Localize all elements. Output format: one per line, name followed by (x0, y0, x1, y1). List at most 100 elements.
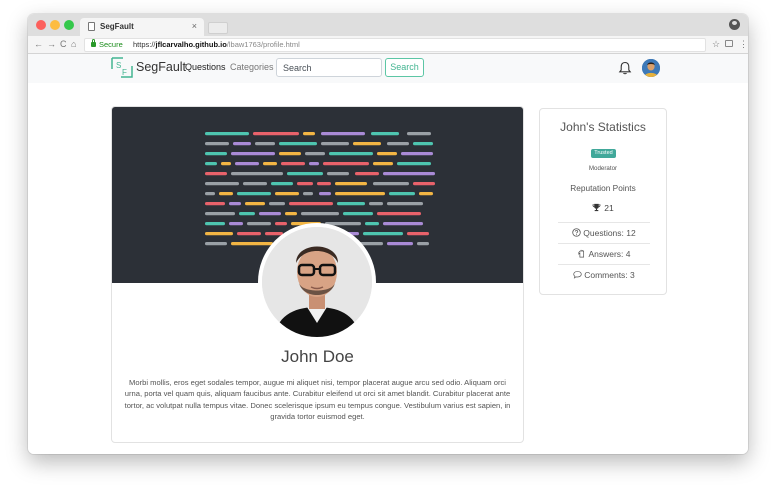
trophy-icon (592, 203, 601, 212)
tab-close-icon[interactable]: × (192, 21, 197, 31)
code-line-segment (219, 192, 233, 196)
code-line-segment (323, 162, 369, 166)
hand-pointer-icon (578, 249, 585, 258)
code-line-segment (231, 242, 273, 246)
code-line-segment (369, 202, 383, 206)
nav-link-questions[interactable]: Questions (185, 62, 226, 72)
code-line-segment (239, 212, 255, 216)
code-line-segment (413, 142, 433, 146)
home-icon[interactable]: ⌂ (71, 39, 76, 49)
code-line-segment (377, 152, 397, 156)
code-line-segment (309, 162, 319, 166)
code-line-segment (263, 162, 277, 166)
code-line-segment (237, 232, 261, 236)
profile-avatar (258, 223, 376, 341)
code-line-segment (229, 222, 243, 226)
code-line-segment (401, 152, 433, 156)
code-line-segment (247, 222, 271, 226)
comments-count: Comments: 3 (584, 270, 635, 280)
code-line-segment (237, 192, 271, 196)
code-line-segment (301, 212, 339, 216)
code-line-segment (373, 162, 393, 166)
reputation-row: 21 (540, 203, 666, 213)
browser-tab[interactable]: SegFault × (80, 18, 204, 36)
tab-strip: SegFault × (28, 14, 748, 36)
code-line-segment (387, 242, 413, 246)
code-line-segment (321, 142, 349, 146)
code-line-segment (285, 212, 297, 216)
code-line-segment (417, 242, 429, 246)
questions-count: Questions: 12 (583, 228, 636, 238)
code-line-segment (353, 142, 381, 146)
role-label: Moderator (588, 165, 618, 172)
answers-stat: Answers: 4 (558, 243, 650, 264)
minimize-window-button[interactable] (50, 20, 60, 30)
back-icon[interactable]: ← (34, 39, 43, 49)
tab-title: SegFault (100, 22, 134, 31)
code-line-segment (205, 132, 249, 136)
code-line-segment (205, 182, 239, 186)
profile-card: John Doe Morbi mollis, eros eget sodales… (111, 106, 524, 443)
segfault-logo-icon[interactable]: S F (111, 57, 133, 78)
statistics-panel: John's Statistics Trusted Moderator Repu… (539, 108, 667, 295)
maximize-window-button[interactable] (64, 20, 74, 30)
reload-icon[interactable]: C (60, 39, 67, 49)
code-line-segment (205, 212, 235, 216)
code-line-segment (373, 182, 409, 186)
answers-count: Answers: 4 (588, 249, 631, 259)
star-icon[interactable]: ☆ (712, 39, 720, 50)
code-line-segment (221, 162, 231, 166)
lock-icon (91, 39, 96, 47)
code-line-segment (205, 242, 227, 246)
code-line-segment (253, 132, 299, 136)
code-line-segment (205, 162, 217, 166)
code-line-segment (255, 142, 275, 146)
code-line-segment (413, 182, 435, 186)
browser-profile-icon[interactable] (729, 19, 740, 30)
code-line-segment (407, 232, 429, 236)
address-bar[interactable]: Secure https://jflcarvalho.github.io/lba… (84, 38, 706, 52)
code-line-segment (305, 152, 325, 156)
brand-name[interactable]: SegFault (136, 60, 186, 74)
code-line-segment (243, 182, 267, 186)
code-line-segment (205, 192, 215, 196)
code-line-segment (365, 222, 379, 226)
code-line-segment (289, 202, 333, 206)
browser-menu-icon[interactable]: ⋮ (739, 39, 748, 50)
code-line-segment (321, 132, 365, 136)
search-button[interactable]: Search (385, 58, 424, 77)
code-line-segment (335, 182, 367, 186)
close-window-button[interactable] (36, 20, 46, 30)
code-line-segment (235, 162, 259, 166)
code-line-segment (363, 232, 403, 236)
code-line-segment (229, 202, 241, 206)
site-navbar: S F SegFault Questions Categories Search (28, 54, 748, 83)
code-line-segment (383, 172, 435, 176)
code-line-segment (271, 182, 293, 186)
url-path: /lbaw1763/profile.html (226, 40, 300, 49)
code-line-segment (297, 182, 313, 186)
code-line-segment (329, 152, 373, 156)
search-input[interactable] (276, 58, 382, 77)
user-avatar[interactable] (642, 59, 660, 77)
svg-text:F: F (122, 68, 127, 77)
trusted-badge: Trusted (591, 149, 616, 158)
nav-link-categories[interactable]: Categories (230, 62, 274, 72)
code-line-segment (231, 152, 275, 156)
reputation-value: 21 (604, 203, 614, 213)
forward-icon[interactable]: → (47, 39, 56, 49)
statistics-title: John's Statistics (560, 120, 646, 134)
code-line-segment (205, 172, 227, 176)
bell-icon[interactable] (618, 61, 632, 75)
cast-icon[interactable] (725, 40, 733, 47)
code-line-segment (205, 142, 229, 146)
new-tab-button[interactable] (208, 22, 228, 34)
code-line-segment (231, 172, 283, 176)
code-line-segment (279, 152, 301, 156)
code-line-segment (259, 212, 281, 216)
profile-portrait-image (262, 227, 372, 337)
question-circle-icon (572, 228, 581, 237)
code-line-segment (303, 132, 315, 136)
code-line-segment (205, 222, 225, 226)
url-text: https://jflcarvalho.github.io/lbaw1763/p… (133, 40, 300, 49)
